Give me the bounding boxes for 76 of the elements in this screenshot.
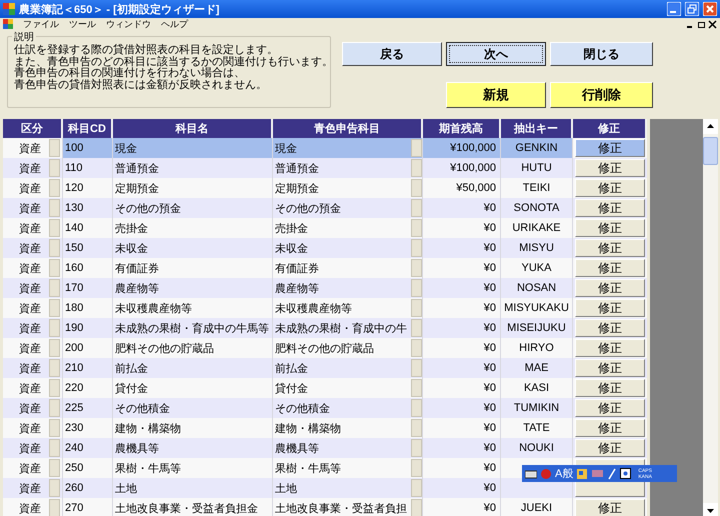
table-cell: ¥0 <box>423 498 501 516</box>
edit-button[interactable]: 修正 <box>575 499 645 516</box>
close-button[interactable]: 閉じる <box>550 42 653 66</box>
category-combo[interactable]: 資産 <box>3 498 63 516</box>
table-row[interactable]: 資産 140 売掛金 売掛金 ¥0 URIKAKE 修正 <box>3 218 647 238</box>
table-row[interactable]: 資産 210 前払金 前払金 ¥0 MAE 修正 <box>3 358 647 378</box>
table-row[interactable]: 資産 230 建物・構築物 建物・構築物 ¥0 TATE 修正 <box>3 418 647 438</box>
scroll-up-button[interactable] <box>703 119 718 134</box>
edit-button[interactable]: 修正 <box>575 339 645 357</box>
edit-button[interactable]: 修正 <box>575 439 645 457</box>
table-row[interactable]: 資産 110 普通預金 普通預金 ¥100,000 HUTU 修正 <box>3 158 647 178</box>
table-cell: 100 <box>63 138 113 158</box>
table-row[interactable]: 資産 150 未収金 未収金 ¥0 MISYU 修正 <box>3 238 647 258</box>
table-cell: 土地改良事業・受益者負担金 <box>113 498 273 516</box>
table-row[interactable]: 資産 100 現金 現金 ¥100,000 GENKIN 修正 <box>3 138 647 158</box>
restore-icon[interactable] <box>697 20 706 28</box>
restore-button[interactable] <box>685 2 699 16</box>
table-row[interactable]: 資産 160 有価証券 有価証券 ¥0 YUKA 修正 <box>3 258 647 278</box>
table-cell: ¥100,000 <box>423 138 501 158</box>
scroll-down-button[interactable] <box>703 503 718 516</box>
menu-item[interactable]: ファイル <box>23 18 59 30</box>
edit-button[interactable]: 修正 <box>575 179 645 197</box>
pen-icon[interactable] <box>607 468 618 480</box>
account-combo[interactable]: 現金 <box>273 138 423 158</box>
new-button[interactable]: 新規 <box>446 82 546 108</box>
edit-button[interactable]: 修正 <box>575 399 645 417</box>
close-icon[interactable] <box>708 20 717 28</box>
window-title: 農業簿記＜650＞ - [初期設定ウィザード] <box>19 2 220 16</box>
document-icon <box>3 19 13 29</box>
edit-button[interactable]: 修正 <box>575 359 645 377</box>
table-row[interactable]: 資産 225 その他積金 その他積金 ¥0 TUMIKIN 修正 <box>3 398 647 418</box>
edit-button[interactable]: 修正 <box>575 319 645 337</box>
palette-icon[interactable] <box>576 468 588 480</box>
menu-item[interactable]: ウィンドウ <box>106 18 151 30</box>
edit-button[interactable]: 修正 <box>575 299 645 317</box>
table-cell: JUEKI <box>501 498 573 516</box>
table-row[interactable]: 資産 200 肥料その他の貯蔵品 肥料その他の貯蔵品 ¥0 HIRYO 修正 <box>3 338 647 358</box>
table-cell: 270 <box>63 498 113 516</box>
next-button[interactable]: 次へ <box>446 42 546 66</box>
edit-button[interactable]: 修正 <box>575 379 645 397</box>
minimize-button[interactable] <box>667 2 681 16</box>
table-row[interactable]: 資産 120 定期預金 定期預金 ¥50,000 TEIKI 修正 <box>3 178 647 198</box>
edit-button[interactable]: 修正 <box>575 219 645 237</box>
description-text: また、青色申告のどの科目に該当するかの関連付けも行います。 <box>14 56 324 68</box>
description-text: 仕訳を登録する際の貸借対照表の科目を設定します。 <box>14 45 279 56</box>
table-row[interactable]: 資産 240 農機具等 農機具等 ¥0 NOUKI 修正 <box>3 438 647 458</box>
edit-button[interactable]: 修正 <box>575 239 645 257</box>
table-row[interactable]: 資産 270 土地改良事業・受益者負担金 土地改良事業・受益者負担 ¥0 JUEKI 修正 <box>3 498 647 516</box>
table-cell: 現金 <box>113 138 273 158</box>
table-cell: GENKIN <box>501 138 573 158</box>
input-mode[interactable]: A般 <box>555 466 574 481</box>
edit-button[interactable]: 修正 <box>575 279 645 297</box>
close-button[interactable] <box>703 2 717 16</box>
table-row[interactable]: 資産 220 貸付金 貸付金 ¥0 KASI 修正 <box>3 378 647 398</box>
edit-button[interactable]: 修正 <box>575 139 645 157</box>
delete-row-button[interactable]: 行削除 <box>550 82 653 108</box>
account-combo[interactable]: 土地改良事業・受益者負担 <box>273 498 423 516</box>
edit-button[interactable]: 修正 <box>575 419 645 437</box>
table-row[interactable]: 資産 170 農産物等 農産物等 ¥0 NOSAN 修正 <box>3 278 647 298</box>
scrollbar[interactable] <box>703 119 718 516</box>
scroll-thumb[interactable] <box>703 137 718 165</box>
description-text: 青色申告の貸借対照表には金額が反映されません。 <box>14 80 268 91</box>
menu-item[interactable]: ヘルプ <box>161 18 188 30</box>
menu-item[interactable]: ツール <box>69 18 96 30</box>
table-row[interactable]: 資産 260 土地 土地 ¥0 <box>3 478 647 498</box>
app-icon <box>3 3 15 15</box>
edit-button[interactable]: 修正 <box>575 259 645 277</box>
edit-button[interactable]: 修正 <box>575 199 645 217</box>
back-button[interactable]: 戻る <box>342 42 442 66</box>
help-icon[interactable] <box>620 468 632 479</box>
edit-button[interactable]: 修正 <box>575 159 645 177</box>
table-row[interactable]: 資産 180 未収穫農産物等 未収穫農産物等 ¥0 MISYUKAKU 修正 <box>3 298 647 318</box>
table-row[interactable]: 資産 130 その他の預金 その他の預金 ¥0 SONOTA 修正 <box>3 198 647 218</box>
description-text: 青色申告の科目の関連付けを行わない場合は、 <box>14 68 246 79</box>
table-row[interactable]: 資産 190 未成熟の果樹・育成中の牛馬等 未成熟の果樹・育成中の牛 ¥0 MISEIJUKU 修正 <box>3 318 647 338</box>
group-legend: 説明 <box>12 30 36 44</box>
